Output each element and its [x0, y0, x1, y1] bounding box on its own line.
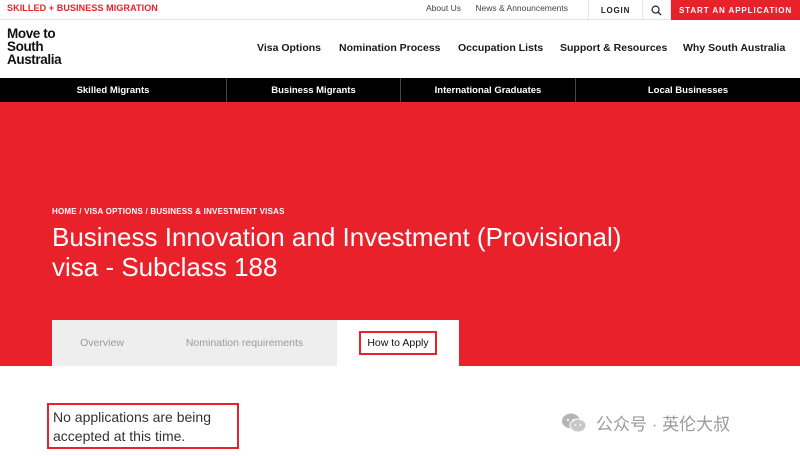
notice-line: No applications are being: [53, 409, 211, 425]
search-button[interactable]: [643, 0, 671, 20]
page-title-line: visa - Subclass 188: [52, 252, 278, 282]
tab-nomination-requirements[interactable]: Nomination requirements: [152, 320, 337, 366]
nav-visa-options[interactable]: Visa Options: [257, 42, 321, 54]
nav-why-south-australia[interactable]: Why South Australia: [683, 42, 785, 54]
content-tabs: Overview Nomination requirements How to …: [52, 320, 459, 366]
login-button[interactable]: LOGIN: [588, 0, 643, 20]
page-title: Business Innovation and Investment (Prov…: [52, 222, 752, 282]
tab-label: How to Apply: [359, 331, 437, 355]
audience-nav: Skilled Migrants Business Migrants Inter…: [0, 78, 800, 102]
subnav-international-graduates[interactable]: International Graduates: [401, 78, 576, 102]
breadcrumb[interactable]: HOME / VISA OPTIONS / BUSINESS & INVESTM…: [52, 207, 285, 216]
utility-links: About Us News & Announcements: [426, 3, 580, 13]
about-us-link[interactable]: About Us: [426, 3, 461, 13]
tab-how-to-apply[interactable]: How to Apply: [337, 320, 459, 366]
wechat-watermark: 公众号 · 英伦大叔: [560, 410, 730, 435]
utility-bar: SKILLED + BUSINESS MIGRATION About Us Ne…: [0, 0, 800, 20]
watermark-text: 公众号 · 英伦大叔: [596, 415, 731, 434]
subnav-skilled-migrants[interactable]: Skilled Migrants: [0, 78, 227, 102]
tab-label: Overview: [80, 337, 124, 349]
site-logo[interactable]: Move to South Australia: [7, 27, 62, 67]
logo-line: Australia: [7, 52, 62, 67]
wechat-icon: [562, 413, 587, 432]
site-tagline: SKILLED + BUSINESS MIGRATION: [7, 3, 158, 13]
nav-occupation-lists[interactable]: Occupation Lists: [458, 42, 543, 54]
notice-line: accepted at this time.: [53, 428, 186, 444]
subnav-local-businesses[interactable]: Local Businesses: [576, 78, 800, 102]
applications-closed-notice: No applications are being accepted at th…: [47, 403, 239, 449]
tab-overview[interactable]: Overview: [52, 320, 152, 366]
page-title-line: Business Innovation and Investment (Prov…: [52, 222, 622, 252]
start-application-button[interactable]: START AN APPLICATION: [671, 0, 800, 20]
nav-nomination-process[interactable]: Nomination Process: [339, 42, 441, 54]
news-link[interactable]: News & Announcements: [475, 3, 568, 13]
nav-support-resources[interactable]: Support & Resources: [560, 42, 667, 54]
subnav-business-migrants[interactable]: Business Migrants: [227, 78, 401, 102]
tab-label: Nomination requirements: [185, 337, 304, 349]
search-icon: [651, 5, 662, 16]
